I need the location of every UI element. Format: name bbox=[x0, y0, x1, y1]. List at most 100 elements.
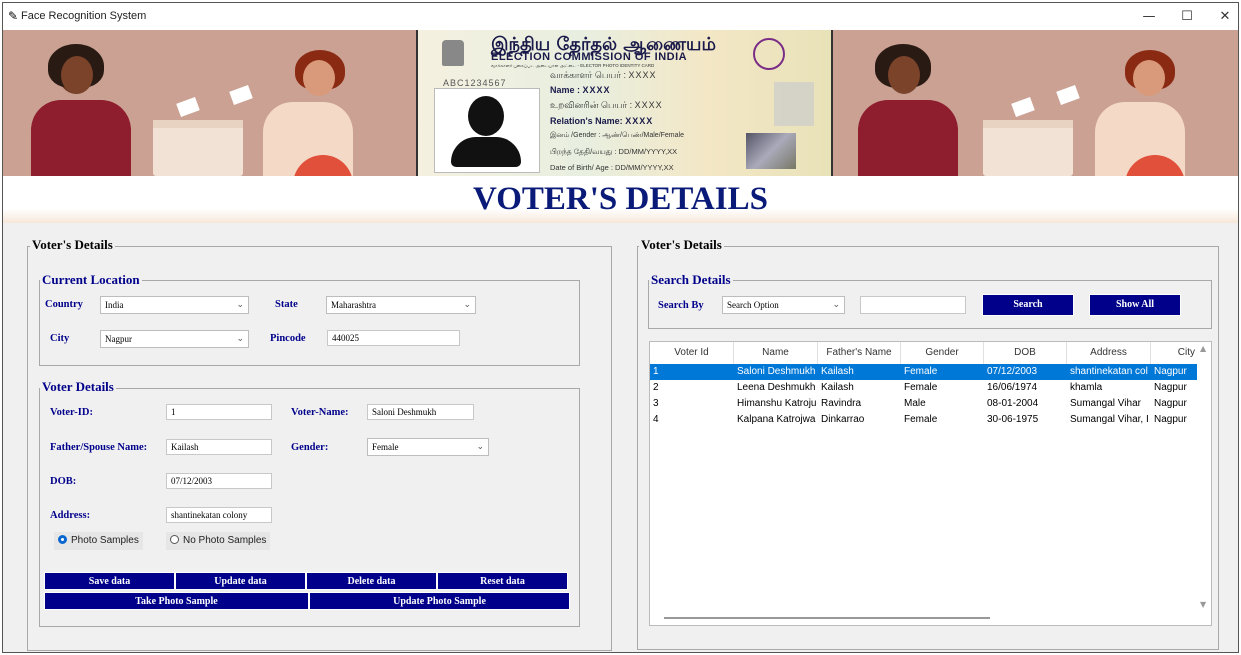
maximize-button[interactable]: ☐ bbox=[1169, 6, 1205, 28]
horizontal-scrollbar[interactable] bbox=[650, 611, 1211, 625]
table-cell: Nagpur bbox=[1154, 366, 1187, 377]
chevron-down-icon: ⌄ bbox=[236, 334, 244, 344]
country-select[interactable]: India ⌄ bbox=[100, 296, 249, 314]
banner: இந்திய தேர்தல் ஆணையம் ELECTION COMMISSIO… bbox=[3, 30, 1238, 176]
title-bar: ✎ Face Recognition System — ☐ ✕ bbox=[3, 3, 1238, 30]
city-select[interactable]: Nagpur ⌄ bbox=[100, 330, 249, 348]
table-cell: Nagpur bbox=[1154, 382, 1187, 393]
card-line-7: Date of Birth/ Age : DD/MM/YYYY,XX bbox=[550, 163, 674, 172]
table-cell: Ravindra bbox=[821, 398, 862, 409]
minimize-button[interactable]: — bbox=[1131, 6, 1167, 28]
table-cell: 08-01-2004 bbox=[987, 398, 1039, 409]
table-row[interactable]: 4 Kalpana Katrojwa Dinkarrao Female 30-0… bbox=[650, 412, 1198, 428]
table-cell: Sumangal Vihar bbox=[1070, 398, 1141, 409]
table-cell: Kailash bbox=[821, 382, 854, 393]
gender-label: Gender: bbox=[291, 442, 329, 453]
current-location-legend: Current Location bbox=[40, 272, 142, 288]
voter-details-legend: Voter Details bbox=[40, 379, 116, 395]
search-option-select[interactable]: Search Option ⌄ bbox=[722, 296, 845, 314]
column-header[interactable]: City bbox=[1151, 342, 1198, 364]
show-all-button[interactable]: Show All bbox=[1089, 294, 1181, 316]
table-cell: Kalpana Katrojwa bbox=[737, 414, 816, 425]
card-line-5: இனம் /Gender : ஆண்/பெண்/Male/Female bbox=[550, 132, 684, 139]
column-header[interactable]: DOB bbox=[984, 342, 1067, 364]
vertical-scrollbar[interactable]: ▲ ▼ bbox=[1197, 342, 1211, 612]
table-row[interactable]: 3 Himanshu Katroju Ravindra Male 08-01-2… bbox=[650, 396, 1198, 412]
table-cell: Saloni Deshmukh bbox=[737, 366, 816, 377]
voting-illustration-left bbox=[3, 30, 416, 176]
evm-logo-icon bbox=[753, 38, 785, 70]
table-cell: Female bbox=[904, 414, 938, 425]
no-photo-samples-radio[interactable]: No Photo Samples bbox=[166, 532, 271, 550]
column-header[interactable]: Name bbox=[734, 342, 818, 364]
reset-data-button[interactable]: Reset data bbox=[437, 572, 568, 590]
take-photo-sample-button[interactable]: Take Photo Sample bbox=[44, 592, 309, 610]
scroll-down-icon[interactable]: ▼ bbox=[1200, 600, 1206, 609]
emblem-icon bbox=[442, 40, 464, 66]
table-cell: khamla bbox=[1070, 382, 1103, 393]
card-photo bbox=[434, 88, 540, 173]
update-photo-sample-button[interactable]: Update Photo Sample bbox=[309, 592, 570, 610]
search-button[interactable]: Search bbox=[982, 294, 1074, 316]
table-cell: 16/06/1974 bbox=[987, 382, 1038, 393]
left-frame-legend: Voter's Details bbox=[30, 237, 115, 253]
state-label: State bbox=[275, 299, 298, 310]
column-header[interactable]: Address bbox=[1067, 342, 1151, 364]
delete-data-button[interactable]: Delete data bbox=[306, 572, 437, 590]
table-cell: Nagpur bbox=[1154, 398, 1187, 409]
table-cell: 3 bbox=[653, 398, 659, 409]
table-cell: Kailash bbox=[821, 366, 854, 377]
city-label: City bbox=[50, 333, 70, 344]
address-input[interactable]: shantinekatan colony bbox=[166, 507, 272, 523]
close-button[interactable]: ✕ bbox=[1207, 6, 1238, 28]
dob-input[interactable]: 07/12/2003 bbox=[166, 473, 272, 489]
voter-id-input[interactable]: 1 bbox=[166, 404, 272, 420]
save-data-button[interactable]: Save data bbox=[44, 572, 175, 590]
scroll-up-icon[interactable]: ▲ bbox=[1200, 344, 1206, 353]
card-line-3: உறவினரின் பெயர் : XXXX bbox=[550, 100, 663, 110]
table-cell: 4 bbox=[653, 414, 659, 425]
card-line-6: பிறந்த தேதி/வயது : DD/MM/YYYY,XX bbox=[550, 147, 678, 156]
voting-illustration-right bbox=[833, 30, 1238, 176]
column-header[interactable]: Voter Id bbox=[650, 342, 734, 364]
column-header[interactable]: Father's Name bbox=[818, 342, 901, 364]
voter-name-input[interactable]: Saloni Deshmukh bbox=[367, 404, 474, 420]
card-line-2: Name : XXXX bbox=[550, 85, 611, 95]
window-title: Face Recognition System bbox=[21, 10, 147, 22]
father-name-label: Father/Spouse Name: bbox=[50, 442, 148, 453]
search-input[interactable] bbox=[860, 296, 966, 314]
state-select[interactable]: Maharashtra ⌄ bbox=[326, 296, 476, 314]
current-location-frame bbox=[39, 280, 580, 366]
table-row[interactable]: 1 Saloni Deshmukh Kailash Female 07/12/2… bbox=[650, 364, 1198, 380]
voter-name-label: Voter-Name: bbox=[291, 407, 349, 418]
photo-samples-radio[interactable]: Photo Samples bbox=[54, 532, 143, 550]
search-details-legend: Search Details bbox=[649, 272, 733, 288]
table-cell: Dinkarrao bbox=[821, 414, 865, 425]
chevron-down-icon: ⌄ bbox=[463, 300, 471, 310]
chevron-down-icon: ⌄ bbox=[236, 300, 244, 310]
column-header[interactable]: Gender bbox=[901, 342, 984, 364]
table-cell: Sumangal Vihar, I bbox=[1070, 414, 1149, 425]
card-line-4: Relation's Name: XXXX bbox=[550, 116, 654, 126]
scroll-thumb[interactable] bbox=[664, 617, 990, 619]
table-cell: Female bbox=[904, 382, 938, 393]
pincode-label: Pincode bbox=[270, 333, 306, 344]
gender-select[interactable]: Female ⌄ bbox=[367, 438, 489, 456]
card-mini-photo bbox=[774, 82, 814, 126]
update-data-button[interactable]: Update data bbox=[175, 572, 306, 590]
voter-table[interactable]: Voter Id Name Father's Name Gender DOB A… bbox=[649, 341, 1212, 626]
right-frame-legend: Voter's Details bbox=[639, 237, 724, 253]
voter-id-card-image: இந்திய தேர்தல் ஆணையம் ELECTION COMMISSIO… bbox=[416, 30, 833, 176]
card-line-1: வாக்காளர் பெயர் : XXXX bbox=[550, 70, 657, 80]
search-by-label: Search By bbox=[658, 300, 704, 311]
pincode-input[interactable]: 440025 bbox=[327, 330, 460, 346]
app-window: ✎ Face Recognition System — ☐ ✕ இந்திய த… bbox=[2, 2, 1239, 653]
page-title: VOTER'S DETAILS bbox=[473, 181, 768, 217]
dob-label: DOB: bbox=[50, 476, 77, 487]
card-eci-title: ELECTION COMMISSION OF INDIA bbox=[491, 51, 688, 63]
table-row[interactable]: 2 Leena Deshmukh Kailash Female 16/06/19… bbox=[650, 380, 1198, 396]
table-cell: 07/12/2003 bbox=[987, 366, 1038, 377]
chevron-down-icon: ⌄ bbox=[476, 442, 484, 452]
father-name-input[interactable]: Kailash bbox=[166, 439, 272, 455]
address-label: Address: bbox=[50, 510, 91, 521]
